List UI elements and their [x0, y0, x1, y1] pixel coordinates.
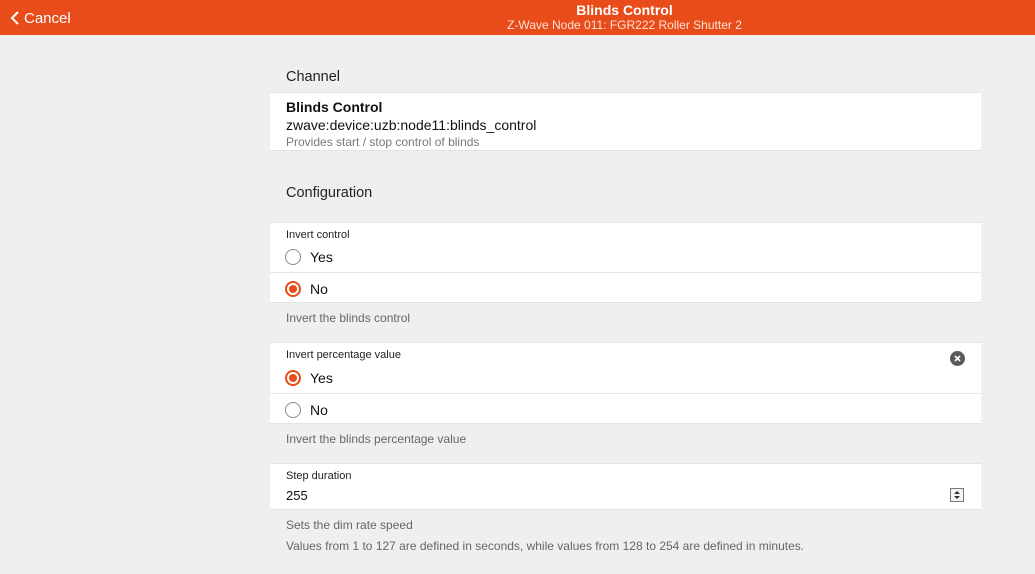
configuration-section-title: Configuration [286, 185, 373, 201]
step-duration-label: Step duration [286, 470, 352, 482]
channel-name: Blinds Control [286, 99, 383, 115]
option-label: No [310, 401, 328, 418]
page-subtitle: Z-Wave Node 011: FGR222 Roller Shutter 2 [507, 18, 742, 32]
invert-percentage-card: Invert percentage value Yes No [270, 342, 981, 424]
option-label: No [310, 280, 328, 297]
channel-card: Blinds Control zwave:device:uzb:node11:b… [270, 92, 981, 151]
invert-control-card: Invert control Yes No [270, 222, 981, 303]
step-duration-hint-detail: Values from 1 to 127 are defined in seco… [286, 539, 805, 553]
page-title: Blinds Control [576, 2, 673, 18]
channel-section-title: Channel [286, 69, 341, 85]
number-stepper-icon[interactable] [950, 488, 964, 502]
invert-control-no-option[interactable]: No [270, 273, 981, 304]
invert-percentage-no-option[interactable]: No [270, 394, 981, 425]
radio-checked-icon[interactable] [285, 370, 301, 386]
step-duration-hint: Sets the dim rate speed [286, 518, 413, 532]
step-duration-input[interactable]: 255 [286, 488, 308, 503]
channel-description: Provides start / stop control of blinds [286, 135, 480, 149]
invert-control-hint: Invert the blinds control [286, 311, 411, 325]
step-duration-card[interactable]: Step duration 255 [270, 463, 981, 510]
invert-percentage-yes-option[interactable]: Yes [270, 363, 981, 394]
radio-unchecked-icon[interactable] [285, 249, 301, 265]
radio-checked-icon[interactable] [285, 280, 301, 297]
option-label: Yes [310, 370, 333, 386]
channel-uid: zwave:device:uzb:node11:blinds_control [286, 117, 537, 133]
radio-unchecked-icon[interactable] [285, 401, 301, 418]
invert-control-label: Invert control [286, 229, 350, 241]
invert-percentage-hint: Invert the blinds percentage value [286, 432, 467, 446]
invert-percentage-label: Invert percentage value [286, 349, 401, 361]
invert-control-yes-option[interactable]: Yes [270, 242, 981, 273]
navbar: Cancel Blinds Control Z-Wave Node 011: F… [0, 0, 1035, 35]
option-label: Yes [310, 249, 333, 265]
